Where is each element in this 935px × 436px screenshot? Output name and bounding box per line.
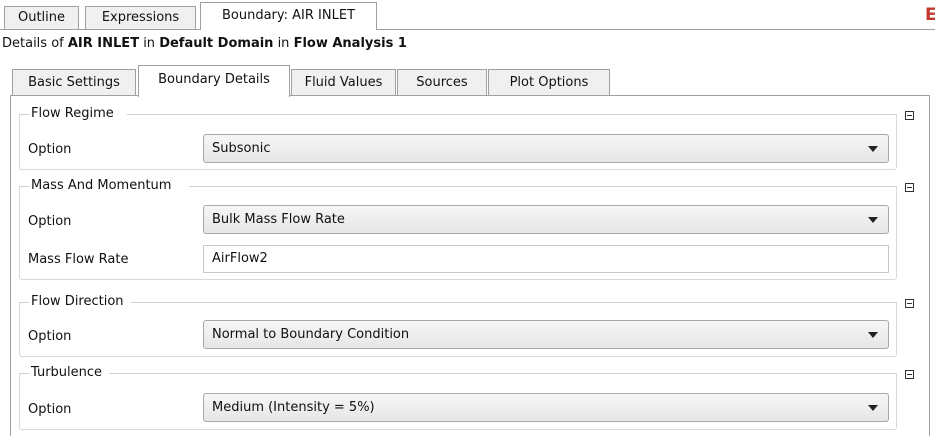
tab-baseline [0,29,935,30]
mass-flow-rate-field[interactable]: AirFlow2 [203,245,889,273]
group-rule-right [189,186,897,187]
collapse-minus-icon[interactable] [905,299,914,308]
group-title: Mass And Momentum [31,177,175,195]
group-rule-left [19,302,29,303]
tab-boundary-air-inlet[interactable]: Boundary: AIR INLET [200,2,377,30]
details-analysis-name: Flow Analysis 1 [293,36,407,51]
details-header: Details of AIR INLET in Default Domain i… [2,36,407,51]
tab-fluid-values[interactable]: Fluid Values [291,69,396,96]
dropdown-arrow-icon [868,405,878,411]
tab-sources[interactable]: Sources [397,69,487,96]
details-domain-name: Default Domain [159,36,274,51]
boundary-details-panel: Flow Regime Option Subsonic Mass And Mom… [10,95,930,436]
flow-direction-option-select[interactable]: Normal to Boundary Condition [203,320,889,349]
group-rule-right [127,114,897,115]
mass-flow-rate-label: Mass Flow Rate [28,252,129,267]
option-label: Option [28,329,72,344]
details-boundary-name: AIR INLET [67,36,140,51]
group-rule-left [19,186,29,187]
option-label: Option [28,214,72,229]
select-value: Subsonic [212,141,271,156]
group-title: Flow Direction [31,293,127,311]
select-value: Normal to Boundary Condition [212,327,410,342]
group-title: Flow Regime [31,105,117,123]
select-value: Bulk Mass Flow Rate [212,212,345,227]
details-tab-bar: Basic Settings Boundary Details Fluid Va… [0,62,935,97]
dropdown-arrow-icon [868,146,878,152]
select-value: Medium (Intensity = 5%) [212,400,375,415]
flow-regime-group: Flow Regime Option Subsonic [19,105,897,170]
flow-direction-group: Flow Direction Option Normal to Boundary… [19,293,897,357]
tab-basic-settings[interactable]: Basic Settings [12,69,136,96]
group-rule-left [19,114,29,115]
group-rule-right [109,373,897,374]
mass-and-momentum-group: Mass And Momentum Option Bulk Mass Flow … [19,177,897,280]
group-rule-right [131,302,897,303]
tab-expressions[interactable]: Expressions [85,6,196,29]
option-label: Option [28,142,72,157]
collapse-minus-icon[interactable] [905,183,914,192]
collapse-minus-icon[interactable] [905,370,914,379]
flow-regime-option-select[interactable]: Subsonic [203,134,889,163]
tab-plot-options[interactable]: Plot Options [488,69,610,96]
dropdown-arrow-icon [868,217,878,223]
details-in-1: in [139,36,160,51]
collapse-minus-icon[interactable] [905,111,914,120]
turbulence-option-select[interactable]: Medium (Intensity = 5%) [203,393,889,422]
close-icon[interactable]: E [925,5,935,25]
group-rule-left [19,373,29,374]
mass-momentum-option-select[interactable]: Bulk Mass Flow Rate [203,205,889,234]
option-label: Option [28,402,72,417]
turbulence-group: Turbulence Option Medium (Intensity = 5%… [19,364,897,430]
group-title: Turbulence [31,364,106,382]
top-tab-bar: Outline Expressions Boundary: AIR INLET … [0,0,935,30]
dropdown-arrow-icon [868,332,878,338]
details-prefix: Details of [2,36,68,51]
tab-outline[interactable]: Outline [4,6,79,29]
details-in-2: in [273,36,294,51]
tab-boundary-details[interactable]: Boundary Details [138,65,290,97]
